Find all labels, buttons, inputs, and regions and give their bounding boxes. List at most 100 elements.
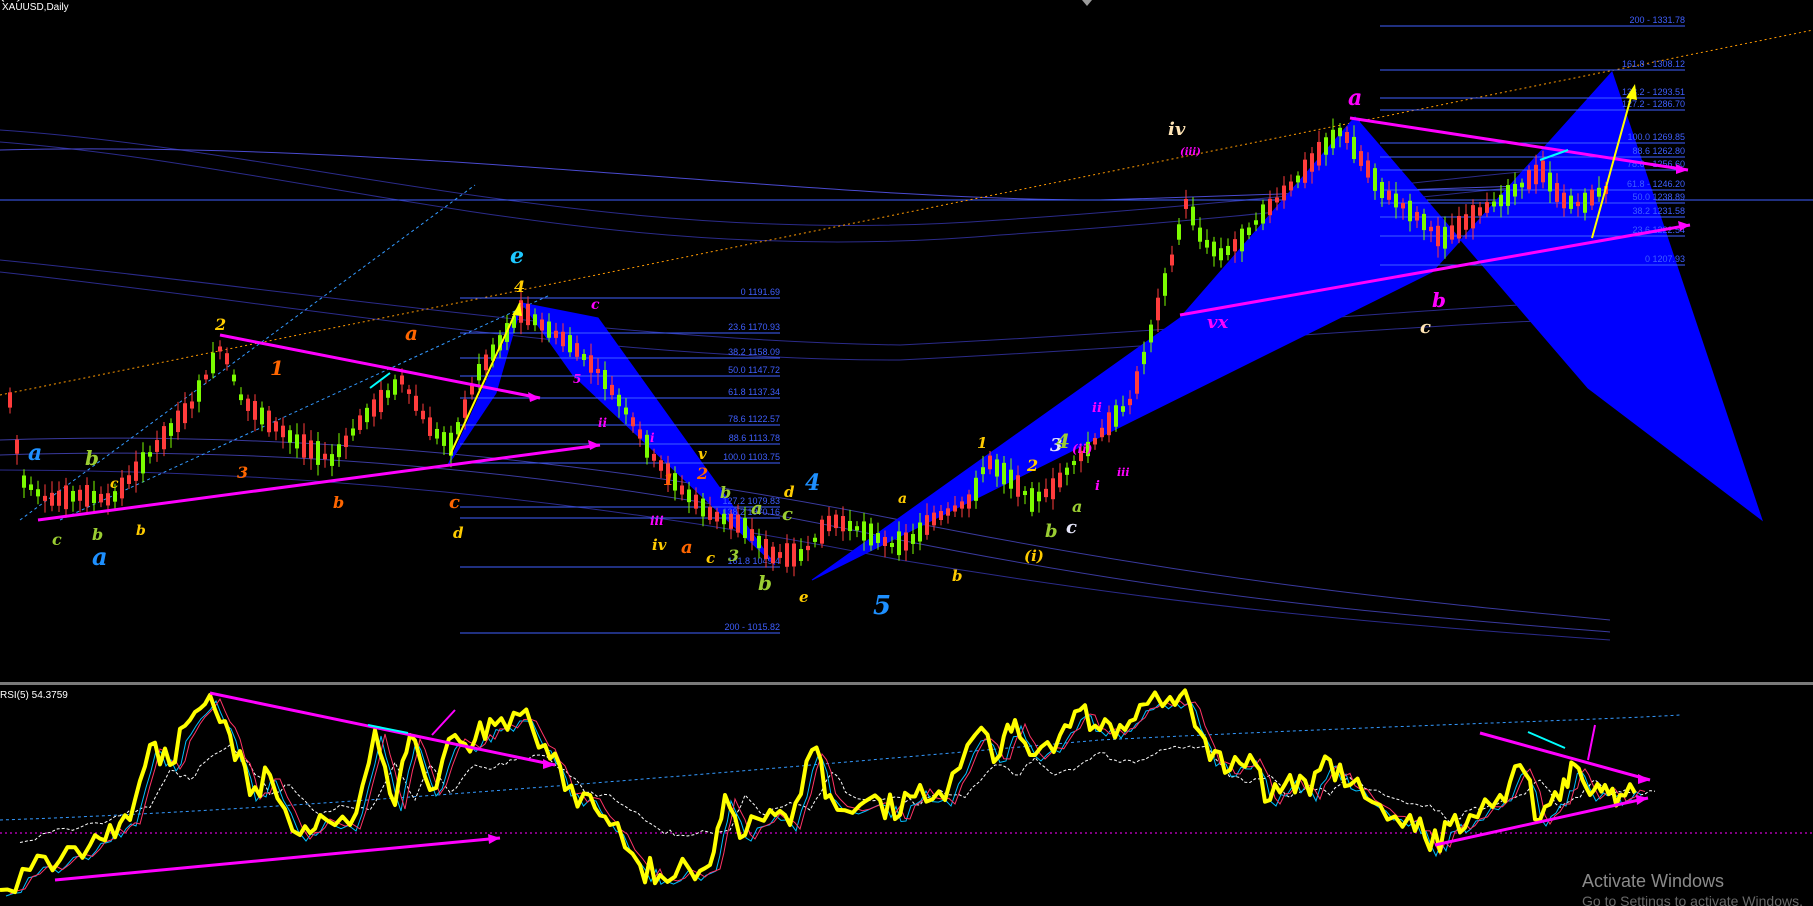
- candle-body: [603, 369, 607, 390]
- candle-body: [323, 453, 327, 460]
- candle-body: [204, 374, 208, 380]
- candle-body: [1541, 160, 1545, 183]
- candle-body: [1415, 211, 1419, 221]
- candle-body: [932, 512, 936, 526]
- candle-body: [1254, 220, 1258, 225]
- wave-label: i: [1095, 479, 1100, 494]
- wave-label: d: [453, 524, 464, 542]
- candle-body: [1303, 159, 1307, 183]
- candle-body: [162, 426, 166, 450]
- candle-body: [862, 521, 866, 541]
- wave-label: b: [85, 446, 99, 470]
- wave-label: b: [1045, 521, 1058, 542]
- wave-label: 5: [873, 591, 891, 621]
- candle-body: [1212, 241, 1216, 257]
- candle-body: [918, 522, 922, 542]
- indicator-title: RSI(5) 54.3759: [0, 690, 68, 701]
- candle-body: [197, 380, 201, 402]
- wave-label: c: [52, 530, 62, 549]
- wave-label: 1: [270, 356, 284, 380]
- wave-label: 2: [696, 464, 708, 483]
- candle-body: [148, 452, 152, 457]
- candle-body: [246, 398, 250, 411]
- candle-body: [1352, 136, 1356, 160]
- rsi-indicator-pane[interactable]: [0, 685, 1813, 906]
- candle-body: [1065, 467, 1069, 475]
- wave-label: 2: [1026, 456, 1038, 475]
- candle-body: [1492, 201, 1496, 207]
- candle-body: [176, 410, 180, 433]
- wave-label: c: [110, 476, 119, 492]
- fib-level-label: 200 - 1331.78: [1629, 15, 1685, 25]
- candle-body: [1338, 127, 1342, 137]
- candle-body: [337, 444, 341, 458]
- wave-label: b: [720, 483, 731, 502]
- wave-label: d: [784, 483, 795, 501]
- candle-body: [729, 513, 733, 529]
- candle-body: [1422, 213, 1426, 231]
- candle-body: [330, 454, 334, 466]
- candle-body: [1506, 185, 1510, 206]
- candle-body: [1107, 412, 1111, 436]
- chart-shift-marker[interactable]: [1082, 0, 1092, 6]
- candle-body: [302, 434, 306, 458]
- fib-level-label: 50.0 1238.89: [1632, 192, 1685, 202]
- wave-label: e: [510, 243, 524, 269]
- wave-label: c: [1420, 317, 1431, 338]
- candle-body: [701, 498, 705, 517]
- price-chart[interactable]: 0 1191.69 23.6 1170.93 38.2 1158.09 50.0 11…: [0, 0, 1813, 682]
- candle-body: [848, 520, 852, 532]
- candle-body: [617, 394, 621, 407]
- candle-body: [1366, 160, 1370, 178]
- candle-body: [925, 515, 929, 535]
- candle-body: [134, 461, 138, 481]
- fib-level-label: 61.8 - 1246.20: [1627, 179, 1685, 189]
- candle-body: [1464, 214, 1468, 230]
- wave-label: 1: [663, 470, 674, 489]
- fib-level-label: 23.6 1170.93: [728, 322, 780, 332]
- candle-body: [1534, 164, 1538, 185]
- candle-body: [484, 354, 488, 371]
- candle-body: [722, 513, 726, 525]
- candle-body: [351, 428, 355, 436]
- candle-body: [1548, 172, 1552, 192]
- wave-label: ii: [598, 416, 608, 430]
- candle-body: [393, 379, 397, 395]
- candle-body: [1429, 226, 1433, 232]
- candle-body: [995, 459, 999, 477]
- candle-body: [1289, 181, 1293, 191]
- candle-body: [652, 453, 656, 461]
- fib-level-label: 50.0 1147.72: [728, 365, 780, 375]
- candle-body: [1583, 192, 1587, 213]
- wave-label: 3: [237, 463, 248, 482]
- candle-body: [792, 543, 796, 567]
- candle-body: [1562, 192, 1566, 209]
- candle-body: [211, 352, 215, 374]
- wave-label: b: [758, 571, 772, 595]
- rsi-arrowheads: [488, 759, 1650, 844]
- candle-body: [855, 526, 859, 531]
- candle-body: [778, 552, 782, 558]
- rsi-dotted-trend: [0, 714, 1681, 821]
- candle-body: [967, 494, 971, 509]
- candle-body: [834, 514, 838, 529]
- wave-label: iv: [1168, 119, 1186, 140]
- candle-body: [827, 515, 831, 532]
- candle-body: [1527, 170, 1531, 190]
- chart-window[interactable]: 0 1191.69 23.6 1170.93 38.2 1158.09 50.0 11…: [0, 0, 1813, 906]
- candle-body: [57, 490, 61, 506]
- candle-body: [946, 508, 950, 516]
- wave-label: iv: [652, 536, 667, 554]
- candle-body: [841, 516, 845, 532]
- candle-body: [225, 353, 229, 365]
- candle-body: [442, 432, 446, 446]
- candle-body: [92, 490, 96, 504]
- candle-body: [715, 511, 719, 522]
- candle-body: [694, 494, 698, 509]
- harmonic-patterns: [447, 71, 1763, 581]
- candle-body: [414, 395, 418, 411]
- candle-body: [687, 489, 691, 503]
- wave-label: a: [405, 321, 418, 345]
- candle-body: [1317, 141, 1321, 166]
- candle-body: [890, 542, 894, 548]
